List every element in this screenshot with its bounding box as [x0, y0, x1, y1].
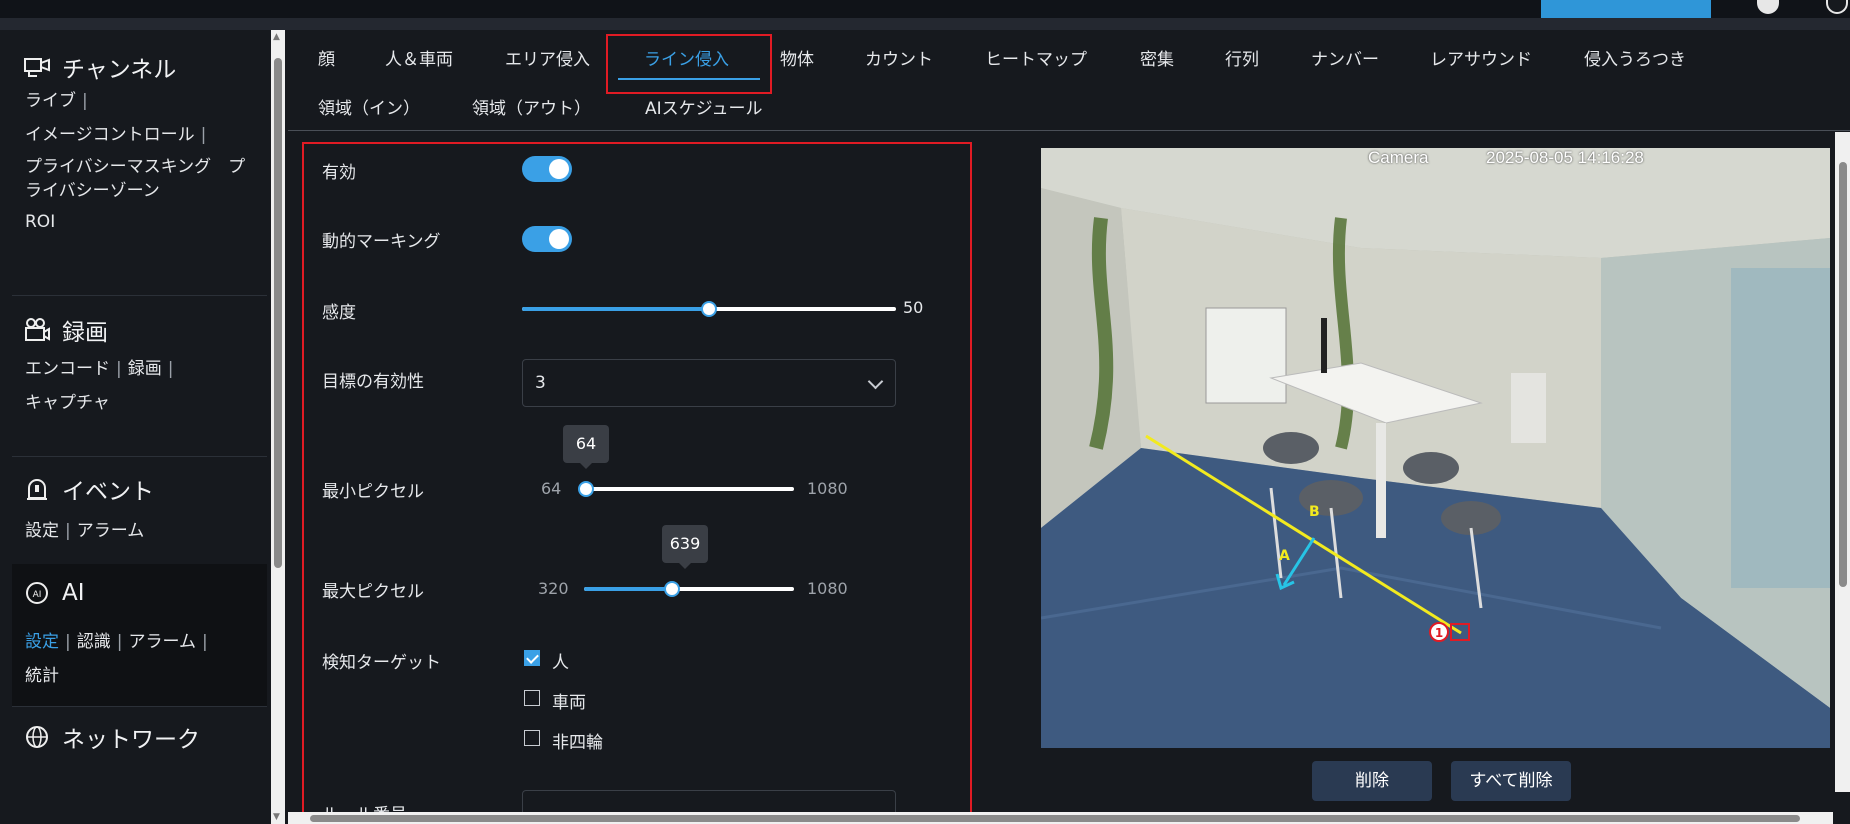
- enable-label: 有効: [322, 163, 356, 183]
- top-accent-tab[interactable]: [1541, 0, 1711, 18]
- sidebar-section-ai: AI AI 設定 | 認識 | アラーム | 統計: [12, 564, 267, 707]
- sidebar-item-ai-row1[interactable]: 設定 | 認識 | アラーム |: [25, 628, 214, 656]
- target-person-label: 人: [552, 653, 569, 673]
- sidebar-head-record[interactable]: 録画: [22, 313, 108, 347]
- sidebar-item-encode-record[interactable]: エンコード | 録画 |: [25, 355, 179, 383]
- globe-icon: [22, 724, 52, 750]
- tab-loitering[interactable]: 侵入うろつき: [1584, 45, 1686, 70]
- tab-ai-schedule[interactable]: AIスケジュール: [645, 94, 762, 119]
- top-bar: [0, 0, 1850, 18]
- sidebar-head-network[interactable]: ネットワーク: [22, 720, 200, 754]
- tab-region-in[interactable]: 領域（イン）: [318, 94, 420, 119]
- tab-heatmap[interactable]: ヒートマップ: [985, 45, 1087, 70]
- sensitivity-label: 感度: [322, 303, 356, 323]
- max-pixel-label: 最大ピクセル: [322, 582, 424, 602]
- tab-count[interactable]: カウント: [865, 45, 933, 70]
- line-label-b: B: [1309, 504, 1320, 520]
- event-icon: [22, 476, 52, 502]
- tab-queue[interactable]: 行列: [1225, 45, 1259, 70]
- min-pixel-label: 最小ピクセル: [322, 482, 424, 502]
- target-person-checkbox[interactable]: [524, 650, 540, 666]
- dynamic-marking-label: 動的マーキング: [322, 232, 441, 252]
- max-pixel-max: 1080: [807, 579, 848, 598]
- tab-plate[interactable]: ナンバー: [1311, 45, 1379, 70]
- line-label-a: A: [1279, 548, 1290, 564]
- tab-face[interactable]: 顔: [318, 45, 335, 70]
- camera-name-osd: Camera: [1368, 148, 1429, 167]
- sidebar-scrollbar[interactable]: ▲ ▼: [271, 30, 285, 824]
- sidebar-head-channel[interactable]: チャンネル: [22, 50, 176, 84]
- main-panel: 顔 人＆車両 エリア侵入 ライン侵入 物体 カウント ヒートマップ 密集 行列 …: [288, 30, 1850, 824]
- svg-text:AI: AI: [33, 590, 42, 600]
- user-icon[interactable]: [1757, 0, 1779, 14]
- sidebar-item-live[interactable]: ライブ |: [25, 87, 94, 115]
- tab-region-out[interactable]: 領域（アウト）: [472, 94, 591, 119]
- main-scrollbar[interactable]: [1835, 132, 1850, 792]
- dynamic-marking-toggle[interactable]: [522, 226, 572, 252]
- rule-index-marker: 1: [1435, 626, 1443, 640]
- sidebar-head-ai[interactable]: AI AI: [22, 580, 85, 606]
- target-vehicle-checkbox[interactable]: [524, 690, 540, 706]
- tab-object[interactable]: 物体: [780, 45, 814, 70]
- min-pixel-slider[interactable]: [578, 481, 794, 497]
- sidebar-head-event[interactable]: イベント: [22, 472, 154, 506]
- ai-icon: AI: [22, 580, 52, 606]
- target-validity-select[interactable]: 3: [522, 359, 896, 407]
- camera-icon: [22, 54, 52, 80]
- power-icon[interactable]: [1826, 0, 1848, 14]
- sensitivity-slider-handle[interactable]: [701, 301, 717, 317]
- min-pixel-tooltip: 64: [563, 425, 609, 469]
- min-pixel-slider-handle[interactable]: [578, 481, 594, 497]
- delete-all-button[interactable]: すべて削除: [1451, 761, 1571, 801]
- sidebar-item-statistics[interactable]: 統計: [25, 662, 59, 690]
- horizontal-scrollbar[interactable]: [288, 812, 1833, 824]
- max-pixel-min: 320: [538, 579, 569, 598]
- sidebar-item-privacy[interactable]: プライバシーマスキング プライバシーゾーン: [25, 155, 255, 203]
- min-pixel-min: 64: [541, 479, 562, 498]
- sidebar-section-network: ネットワーク: [12, 706, 267, 824]
- camera-preview[interactable]: A B 1 Camera 2025-08-05 14:16:28: [1041, 148, 1830, 748]
- min-pixel-max: 1080: [807, 479, 848, 498]
- sidebar-section-event: イベント 設定 | アラーム: [12, 456, 267, 565]
- sensitivity-slider[interactable]: [522, 301, 896, 317]
- tab-crowd[interactable]: 密集: [1140, 45, 1174, 70]
- tab-area-intrusion[interactable]: エリア侵入: [505, 45, 590, 70]
- max-pixel-slider[interactable]: [584, 581, 794, 597]
- sensitivity-value: 50: [903, 298, 924, 317]
- sidebar-item-roi[interactable]: ROI: [25, 208, 55, 236]
- sidebar-section-record: 録画 エンコード | 録画 | キャプチャ: [12, 295, 267, 457]
- target-non-motor-checkbox[interactable]: [524, 730, 540, 746]
- sidebar-item-capture[interactable]: キャプチャ: [25, 389, 110, 417]
- sidebar-section-channel: チャンネル ライブ | イメージコントロール | プライバシーマスキング プライバシ…: [12, 30, 267, 296]
- sidebar: チャンネル ライブ | イメージコントロール | プライバシーマスキング プライバシ…: [12, 30, 267, 824]
- tab-rare-sound[interactable]: レアサウンド: [1430, 45, 1532, 70]
- detect-target-label: 検知ターゲット: [322, 653, 441, 673]
- tab-person-vehicle[interactable]: 人＆車両: [385, 45, 453, 70]
- sidebar-item-event-settings[interactable]: 設定 | アラーム: [25, 517, 144, 545]
- tab-bar: 顔 人＆車両 エリア侵入 ライン侵入 物体 カウント ヒートマップ 密集 行列 …: [288, 30, 1850, 131]
- video-camera-icon: [22, 317, 52, 343]
- target-vehicle-label: 車両: [552, 693, 586, 713]
- enable-toggle[interactable]: [522, 156, 572, 182]
- chevron-down-icon: [867, 373, 884, 390]
- target-non-motor-label: 非四輪: [552, 733, 603, 753]
- camera-scene: A B 1: [1041, 148, 1830, 748]
- sidebar-item-image-control[interactable]: イメージコントロール |: [25, 121, 212, 149]
- timestamp-osd: 2025-08-05 14:16:28: [1486, 148, 1644, 167]
- max-pixel-tooltip: 639: [662, 525, 708, 569]
- target-validity-label: 目標の有効性: [322, 372, 424, 392]
- tab-highlight-box: [606, 34, 772, 94]
- delete-button[interactable]: 削除: [1312, 761, 1432, 801]
